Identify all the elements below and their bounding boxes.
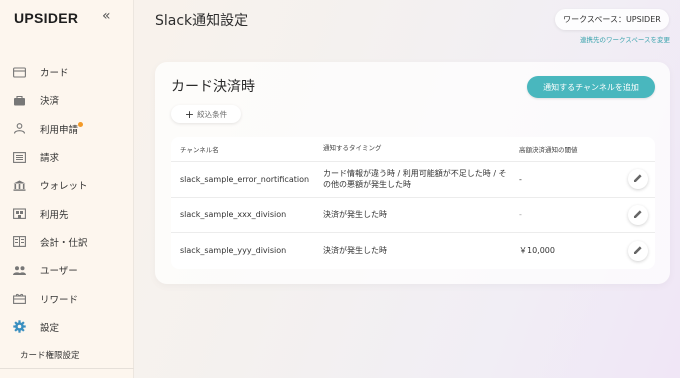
threshold-value: -	[519, 210, 522, 220]
person-icon	[13, 123, 26, 134]
column-header-threshold: 高額決済通知の閾値	[519, 146, 578, 154]
sidebar-item-request[interactable]: 利用申請	[0, 115, 134, 143]
channel-table: チャンネル名 通知するタイミング 高額決済通知の閾値 slack_sample_…	[171, 137, 655, 269]
sidebar-nav: カード 決済 利用申請 請求 ウォレット 利用先 会計・仕訳 ユーザー リワード…	[0, 58, 134, 341]
sidebar-subitem-card-permissions[interactable]: カード権限設定	[20, 349, 80, 361]
channel-name: slack_sample_error_nortification	[180, 174, 310, 184]
sidebar-item-wallet[interactable]: ウォレット	[0, 171, 134, 199]
column-header-channel: チャンネル名	[180, 146, 219, 154]
sidebar-item-label: 設定	[40, 322, 60, 334]
threshold-value: ￥10,000	[519, 246, 555, 256]
edit-button[interactable]	[627, 169, 648, 190]
filter-button-label: 絞込条件	[197, 109, 228, 119]
users-icon	[13, 265, 26, 276]
ledger-icon	[13, 236, 26, 248]
notify-timing: 決済が発生した時	[323, 246, 387, 256]
sidebar-item-label: 会計・仕訳	[40, 237, 88, 249]
row-actions	[620, 204, 655, 225]
gear-icon	[13, 320, 26, 334]
sidebar-item-label: ウォレット	[40, 181, 88, 193]
sidebar: UPSIDER « カード 決済 利用申請 請求 ウォレット 利用先 会計・仕訳…	[0, 0, 134, 378]
collapse-sidebar-icon[interactable]: «	[102, 8, 111, 24]
add-channel-button[interactable]: 通知するチャンネルを追加	[527, 76, 655, 98]
plus-icon: +	[184, 107, 195, 121]
edit-button[interactable]	[627, 240, 648, 261]
pencil-icon	[633, 209, 643, 221]
edit-button[interactable]	[627, 204, 648, 225]
sidebar-item-card[interactable]: カード	[0, 58, 134, 86]
row-actions	[620, 240, 655, 261]
bag-icon	[13, 95, 26, 106]
card-payment-section: カード決済時 通知するチャンネルを追加 + 絞込条件 チャンネル名 通知するタイ…	[155, 62, 670, 284]
logo[interactable]: UPSIDER	[14, 10, 78, 26]
sidebar-item-label: 決済	[40, 96, 60, 108]
page-title: Slack通知設定	[155, 13, 249, 29]
workspace-badge: ワークスペース：UPSIDER	[555, 9, 669, 30]
sidebar-item-label: 利用先	[40, 209, 69, 221]
table-row: slack_sample_xxx_division 決済が発生した時 -	[171, 198, 655, 234]
notify-timing: カード情報が違う時 / 利用可能額が不足した時 / その他の悪額が発生した時	[323, 168, 507, 190]
sidebar-item-label: 請求	[40, 153, 60, 165]
sidebar-item-label: ユーザー	[40, 266, 78, 278]
table-row: slack_sample_error_nortification カード情報が違…	[171, 162, 655, 198]
row-actions	[620, 169, 655, 190]
sidebar-item-merchants[interactable]: 利用先	[0, 199, 134, 227]
list-icon	[13, 151, 26, 163]
filter-button[interactable]: + 絞込条件	[171, 105, 241, 123]
pencil-icon	[633, 245, 643, 257]
bank-icon	[13, 180, 26, 191]
sidebar-item-payment[interactable]: 決済	[0, 86, 134, 114]
notification-badge	[78, 121, 83, 127]
column-header-timing: 通知するタイミング	[323, 144, 382, 153]
sidebar-item-users[interactable]: ユーザー	[0, 256, 134, 284]
sidebar-item-settings[interactable]: 設定	[0, 313, 134, 341]
threshold-value: -	[519, 174, 522, 184]
sidebar-divider	[0, 368, 134, 369]
sidebar-item-billing[interactable]: 請求	[0, 143, 134, 171]
card-icon	[13, 67, 26, 78]
change-workspace-link[interactable]: 連携先のワークスペースを変更	[580, 34, 670, 44]
sidebar-item-accounting[interactable]: 会計・仕訳	[0, 228, 134, 256]
gift-icon	[13, 293, 26, 304]
sidebar-item-label: リワード	[40, 294, 79, 306]
sidebar-item-label: 利用申請	[40, 124, 79, 136]
sidebar-item-rewards[interactable]: リワード	[0, 284, 134, 312]
table-header: チャンネル名 通知するタイミング 高額決済通知の閾値	[171, 137, 655, 162]
notify-timing: 決済が発生した時	[323, 210, 387, 220]
sidebar-item-label: カード	[40, 68, 69, 80]
table-row: slack_sample_yyy_division 決済が発生した時 ￥10,0…	[171, 233, 655, 269]
pencil-icon	[633, 173, 643, 185]
store-icon	[13, 208, 26, 220]
section-title: カード決済時	[171, 79, 255, 95]
channel-name: slack_sample_yyy_division	[180, 246, 287, 256]
channel-name: slack_sample_xxx_division	[180, 210, 287, 220]
